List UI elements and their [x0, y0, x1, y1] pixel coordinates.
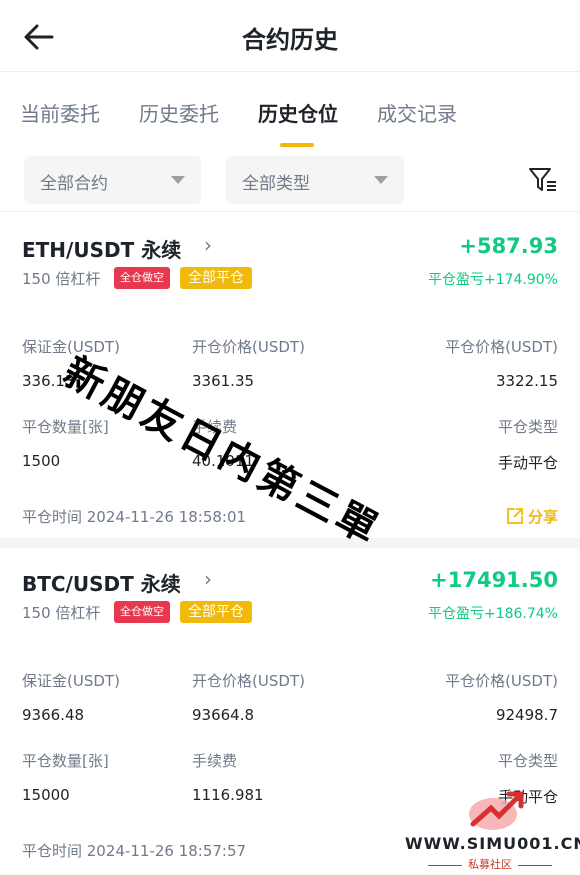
fee-label: 手续费 — [192, 752, 238, 770]
share-icon — [507, 508, 523, 524]
fee-value: 1116.981 — [192, 786, 264, 804]
chevron-right-icon[interactable]: › — [204, 567, 212, 591]
close-time: 平仓时间 2024-11-26 18:57:57 — [22, 842, 247, 860]
pnl-ratio: 平仓盈亏+174.90% — [427, 272, 558, 288]
filter-bar: 全部合约 全部类型 — [0, 148, 580, 212]
open-price-label: 开仓价格(USDT) — [192, 672, 305, 690]
chevron-right-icon[interactable]: › — [204, 233, 212, 257]
margin-label: 保证金(USDT) — [22, 672, 120, 690]
close-price-label: 平仓价格(USDT) — [445, 338, 558, 356]
open-price-value: 93664.8 — [192, 706, 255, 724]
close-type-label: 平仓类型 — [497, 418, 558, 436]
type-filter-label: 全部类型 — [242, 174, 310, 194]
close-qty-value: 1500 — [22, 452, 61, 470]
close-qty-value: 15000 — [22, 786, 70, 804]
filter-icon[interactable] — [528, 166, 558, 194]
contract-pair[interactable]: BTC/USDT 永续 — [22, 568, 181, 597]
contract-filter-dropdown[interactable]: 全部合约 — [24, 156, 201, 204]
site-logo-icon — [469, 791, 524, 830]
close-type-value: 手动平仓 — [497, 454, 558, 472]
page-title: 合约历史 — [242, 26, 338, 54]
tab-bar: 当前委托 历史委托 历史仓位 成交记录 — [0, 72, 580, 148]
contract-pair[interactable]: ETH/USDT 永续 — [22, 234, 181, 263]
close-price-value: 3322.15 — [495, 372, 558, 390]
active-tab-indicator — [280, 143, 314, 147]
caret-down-icon — [171, 176, 185, 184]
close-qty-label: 平仓数量[张] — [22, 418, 109, 436]
type-filter-dropdown[interactable]: 全部类型 — [226, 156, 404, 204]
contract-filter-label: 全部合约 — [40, 174, 108, 194]
leverage-label: 150 倍杠杆 — [22, 604, 101, 622]
site-subtitle: 私募社区 — [405, 856, 575, 872]
margin-mode-badge: 全仓做空 — [114, 601, 170, 623]
caret-down-icon — [374, 176, 388, 184]
close-price-label: 平仓价格(USDT) — [445, 672, 558, 690]
realized-pnl: +17491.50 — [430, 568, 558, 592]
leverage-label: 150 倍杠杆 — [22, 270, 101, 288]
share-label: 分享 — [527, 508, 558, 526]
close-time: 平仓时间 2024-11-26 18:58:01 — [22, 508, 247, 526]
site-url: WWW.SIMU001.CN — [405, 834, 580, 853]
close-status-badge: 全部平仓 — [180, 267, 252, 289]
pnl-ratio: 平仓盈亏+186.74% — [427, 606, 558, 622]
close-status-badge: 全部平仓 — [180, 601, 252, 623]
tab-trade-history[interactable]: 成交记录 — [377, 98, 457, 127]
realized-pnl: +587.93 — [459, 234, 558, 258]
tab-current-orders[interactable]: 当前委托 — [20, 98, 100, 127]
open-price-label: 开仓价格(USDT) — [192, 338, 305, 356]
card-divider — [0, 538, 580, 548]
close-price-value: 92498.7 — [495, 706, 558, 724]
margin-value: 9366.48 — [22, 706, 85, 724]
share-button[interactable]: 分享 — [506, 506, 558, 527]
close-qty-label: 平仓数量[张] — [22, 752, 109, 770]
tab-order-history[interactable]: 历史委托 — [139, 98, 219, 127]
header: 合约历史 — [0, 0, 580, 72]
open-price-value: 3361.35 — [192, 372, 255, 390]
tab-position-history[interactable]: 历史仓位 — [258, 98, 338, 127]
margin-mode-badge: 全仓做空 — [114, 267, 170, 289]
close-type-label: 平仓类型 — [497, 752, 558, 770]
